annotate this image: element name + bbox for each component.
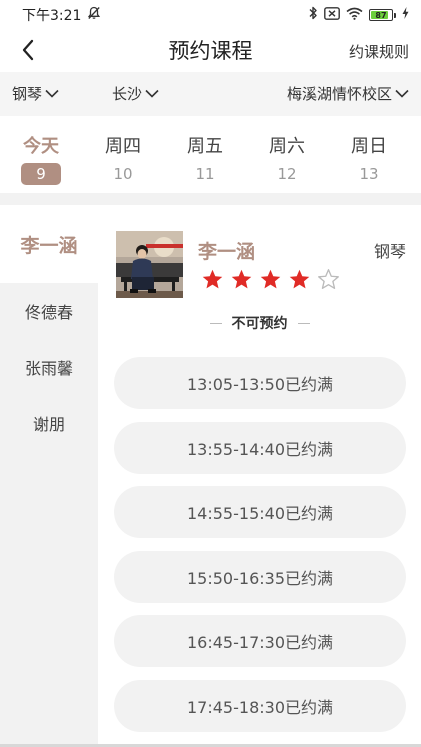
teacher-item[interactable]: 佟德春 (0, 283, 98, 339)
status-left: 下午3:21 (22, 5, 101, 25)
booking-status: 不可预约 (98, 313, 421, 333)
teacher-detail: 李一涵 钢琴 不可预约 13:05-13:50已约满 13:55-14:40已约… (98, 205, 421, 747)
campus-filter[interactable]: 梅溪湖情怀校区 (287, 83, 409, 104)
time-slot[interactable]: 16:45-17:30已约满 (114, 615, 406, 667)
date-tab-label: 周六 (269, 136, 305, 157)
star-filled-icon (202, 269, 223, 289)
date-tab-day: 12 (277, 165, 297, 183)
battery-cap (394, 12, 396, 18)
time-slot[interactable]: 14:55-15:40已约满 (114, 486, 406, 538)
battery-level: 87 (375, 10, 387, 20)
date-tab-label: 今天 (23, 136, 59, 157)
star-filled-icon (260, 269, 281, 289)
time-slot[interactable]: 15:50-16:35已约满 (114, 550, 406, 603)
city-filter-label: 长沙 (112, 85, 143, 103)
date-tab-label: 周五 (187, 136, 223, 157)
battery-icon: 87 (369, 9, 396, 21)
date-tab-friday[interactable]: 周五 11 (164, 116, 246, 193)
teacher-photo (116, 231, 183, 298)
star-filled-icon (231, 269, 252, 289)
filter-bar: 钢琴 长沙 梅溪湖情怀校区 (0, 72, 421, 116)
chevron-down-icon (145, 89, 159, 98)
status-bar: 下午3:21 87 (0, 0, 421, 30)
date-tab-label: 周日 (351, 136, 387, 157)
time-slot-list: 13:05-13:50已约满 13:55-14:40已约满 14:55-15:4… (114, 357, 406, 744)
sim-card-icon (324, 6, 340, 24)
status-right: 87 (308, 6, 409, 24)
star-filled-icon (289, 269, 310, 289)
time-slot[interactable]: 13:05-13:50已约满 (114, 357, 406, 409)
time-slot[interactable]: 13:55-14:40已约满 (114, 421, 406, 474)
campus-filter-label: 梅溪湖情怀校区 (286, 85, 392, 103)
teacher-instrument: 钢琴 (373, 242, 406, 261)
mute-bell-icon (87, 6, 101, 24)
date-tab-saturday[interactable]: 周六 12 (246, 116, 328, 193)
teacher-item[interactable]: 张雨馨 (0, 339, 98, 395)
teacher-list: 李一涵 佟德春 张雨馨 谢朋 (0, 205, 98, 747)
wifi-icon (346, 7, 363, 24)
instrument-filter[interactable]: 钢琴 (12, 83, 59, 104)
date-tab-day: 10 (113, 165, 133, 183)
booking-status-text: 不可预约 (231, 316, 288, 332)
instrument-filter-label: 钢琴 (12, 85, 43, 103)
city-filter[interactable]: 长沙 (112, 83, 159, 104)
teacher-name: 李一涵 (198, 241, 256, 263)
teacher-item[interactable]: 谢朋 (0, 395, 98, 451)
rating-stars (201, 268, 340, 291)
date-tab-day: 11 (195, 165, 215, 183)
date-tab-thursday[interactable]: 周四 10 (82, 116, 164, 193)
chevron-down-icon (395, 89, 409, 98)
date-tab-sunday[interactable]: 周日 13 (328, 116, 410, 193)
date-tab-day: 9 (21, 163, 61, 185)
battery-body: 87 (369, 9, 393, 21)
booking-rules-link[interactable]: 约课规则 (349, 41, 409, 62)
date-tab-day: 13 (359, 165, 379, 183)
status-dash-right (297, 322, 310, 324)
status-dash-left (209, 322, 222, 324)
nav-bar: 预约课程 约课规则 (0, 30, 421, 72)
date-selector: 今天 9 周四 10 周五 11 周六 12 周日 13 (0, 116, 421, 193)
bluetooth-icon (308, 6, 318, 24)
date-tab-label: 周四 (105, 136, 141, 157)
star-empty-icon (318, 269, 339, 289)
teacher-item[interactable]: 李一涵 (0, 205, 98, 283)
status-time: 下午3:21 (22, 8, 82, 24)
time-slot[interactable]: 17:45-18:30已约满 (114, 679, 406, 732)
chevron-down-icon (45, 89, 59, 98)
charging-bolt-icon (402, 7, 409, 23)
date-tab-today[interactable]: 今天 9 (0, 116, 82, 193)
section-divider (0, 193, 421, 205)
